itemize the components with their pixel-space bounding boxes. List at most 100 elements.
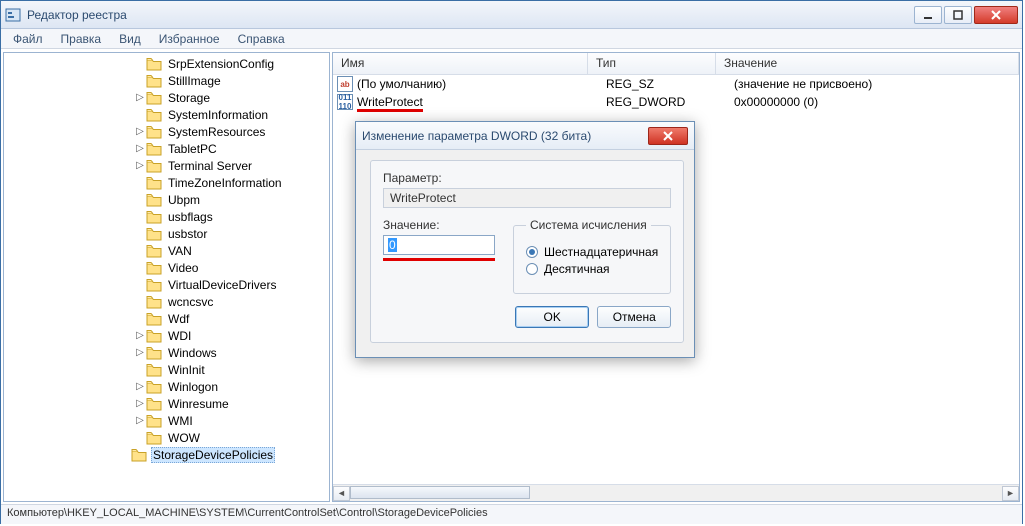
value-type: REG_SZ: [606, 77, 734, 91]
col-value[interactable]: Значение: [716, 53, 1019, 74]
dialog-title: Изменение параметра DWORD (32 бита): [362, 129, 648, 143]
tree-item-label: Winlogon: [166, 380, 220, 394]
expand-icon[interactable]: ▷: [134, 92, 146, 103]
tree-item-label: SystemResources: [166, 125, 267, 139]
tree-item-label: Video: [166, 261, 200, 275]
expand-icon[interactable]: ▷: [134, 347, 146, 358]
tree-item[interactable]: ▷ WDI: [4, 327, 329, 344]
tree-item-label: VAN: [166, 244, 194, 258]
dialog-titlebar[interactable]: Изменение параметра DWORD (32 бита): [356, 122, 694, 150]
tree-item-label: SrpExtensionConfig: [166, 57, 276, 71]
tree-item[interactable]: ▷Storage: [4, 89, 329, 106]
expand-icon[interactable]: ▷: [134, 330, 146, 341]
titlebar[interactable]: Редактор реестра: [1, 1, 1022, 29]
dialog-close-button[interactable]: [648, 127, 688, 145]
tree-item[interactable]: ▷ TabletPC: [4, 140, 329, 157]
expand-icon[interactable]: ▷: [134, 415, 146, 426]
window-title: Редактор реестра: [27, 8, 914, 22]
ok-button[interactable]: OK: [515, 306, 589, 328]
col-type[interactable]: Тип: [588, 53, 716, 74]
value-input[interactable]: 0: [383, 235, 495, 255]
regedit-window: Редактор реестра Файл Правка Вид Избранн…: [0, 0, 1023, 524]
tree-item[interactable]: Wdf: [4, 310, 329, 327]
tree-item-label: StorageDevicePolicies: [151, 447, 275, 463]
value-data: (значение не присвоено): [734, 77, 1019, 91]
tree-item[interactable]: usbstor: [4, 225, 329, 242]
tree-item-label: TimeZoneInformation: [166, 176, 284, 190]
tree-item-label: usbstor: [166, 227, 209, 241]
tree-item-label: WOW: [166, 431, 202, 445]
tree-item[interactable]: ▷ Windows: [4, 344, 329, 361]
tree-item-label: Terminal Server: [166, 159, 254, 173]
tree-item[interactable]: Ubpm: [4, 191, 329, 208]
tree-item-label: WDI: [166, 329, 193, 343]
tree-item-label: Windows: [166, 346, 219, 360]
expand-icon[interactable]: ▷: [134, 126, 146, 137]
col-name[interactable]: Имя: [333, 53, 588, 74]
list-row[interactable]: 011110WriteProtectREG_DWORD0x00000000 (0…: [333, 93, 1019, 111]
statusbar: Компьютер\HKEY_LOCAL_MACHINE\SYSTEM\Curr…: [1, 504, 1022, 524]
expand-icon[interactable]: ▷: [134, 398, 146, 409]
tree-item[interactable]: StillImage: [4, 72, 329, 89]
value-label: Значение:: [383, 218, 495, 232]
value-name: (По умолчанию): [357, 77, 606, 91]
menu-edit[interactable]: Правка: [53, 30, 110, 48]
tree-item[interactable]: ▷ WMI: [4, 412, 329, 429]
tree-item[interactable]: wcncsvc: [4, 293, 329, 310]
tree-item[interactable]: ▷ Winlogon: [4, 378, 329, 395]
list-row[interactable]: ab (По умолчанию)REG_SZ(значение не присв…: [333, 75, 1019, 93]
edit-dword-dialog: Изменение параметра DWORD (32 бита) Пара…: [355, 121, 695, 358]
base-legend: Система исчисления: [526, 218, 651, 232]
expand-icon[interactable]: ▷: [134, 381, 146, 392]
value-type: REG_DWORD: [606, 95, 734, 109]
scroll-thumb[interactable]: [350, 486, 530, 499]
cancel-button[interactable]: Отмена: [597, 306, 671, 328]
tree-item-label: usbflags: [166, 210, 215, 224]
tree-item[interactable]: StorageDevicePolicies: [4, 446, 329, 463]
close-button[interactable]: [974, 6, 1018, 24]
menu-favorites[interactable]: Избранное: [151, 30, 228, 48]
tree-item-label: TabletPC: [166, 142, 219, 156]
radio-dec[interactable]: Десятичная: [526, 262, 658, 276]
tree-item-label: Wdf: [166, 312, 191, 326]
scroll-right-button[interactable]: ►: [1002, 486, 1019, 501]
menu-help[interactable]: Справка: [230, 30, 293, 48]
menu-view[interactable]: Вид: [111, 30, 149, 48]
tree-item[interactable]: SrpExtensionConfig: [4, 55, 329, 72]
tree-item[interactable]: WOW: [4, 429, 329, 446]
tree-item-label: wcncsvc: [166, 295, 215, 309]
tree-item[interactable]: ▷ SystemResources: [4, 123, 329, 140]
param-name-field: WriteProtect: [383, 188, 671, 208]
tree-item-label: Winresume: [166, 397, 231, 411]
scroll-left-button[interactable]: ◄: [333, 486, 350, 501]
tree-item-label: Ubpm: [166, 193, 202, 207]
dialog-fieldset: Параметр: WriteProtect Значение: 0 Систе…: [370, 160, 684, 343]
minimize-button[interactable]: [914, 6, 942, 24]
tree-item[interactable]: WinInit: [4, 361, 329, 378]
expand-icon[interactable]: ▷: [134, 160, 146, 171]
string-icon: ab: [337, 76, 353, 92]
tree-item-label: StillImage: [166, 74, 223, 88]
value-data: 0x00000000 (0): [734, 95, 1019, 109]
tree-item[interactable]: Video: [4, 259, 329, 276]
menu-file[interactable]: Файл: [5, 30, 51, 48]
tree-item[interactable]: ▷ Terminal Server: [4, 157, 329, 174]
maximize-button[interactable]: [944, 6, 972, 24]
tree-item[interactable]: usbflags: [4, 208, 329, 225]
horizontal-scrollbar[interactable]: ◄ ►: [333, 484, 1019, 501]
param-label: Параметр:: [383, 171, 671, 185]
tree-item[interactable]: VAN: [4, 242, 329, 259]
radio-hex[interactable]: Шестнадцатеричная: [526, 245, 658, 259]
expand-icon[interactable]: ▷: [134, 143, 146, 154]
tree-item[interactable]: VirtualDeviceDrivers: [4, 276, 329, 293]
tree-item[interactable]: TimeZoneInformation: [4, 174, 329, 191]
tree-item[interactable]: SystemInformation: [4, 106, 329, 123]
menubar: Файл Правка Вид Избранное Справка: [1, 29, 1022, 49]
tree-item[interactable]: ▷ Winresume: [4, 395, 329, 412]
regedit-icon: [5, 7, 21, 23]
list-header: Имя Тип Значение: [333, 53, 1019, 75]
base-group: Система исчисления Шестнадцатеричная Дес…: [513, 218, 671, 294]
tree-pane[interactable]: SrpExtensionConfigStillImage▷StorageSyst…: [3, 52, 330, 502]
value-name: WriteProtect: [357, 95, 606, 109]
tree-item-label: WMI: [166, 414, 195, 428]
